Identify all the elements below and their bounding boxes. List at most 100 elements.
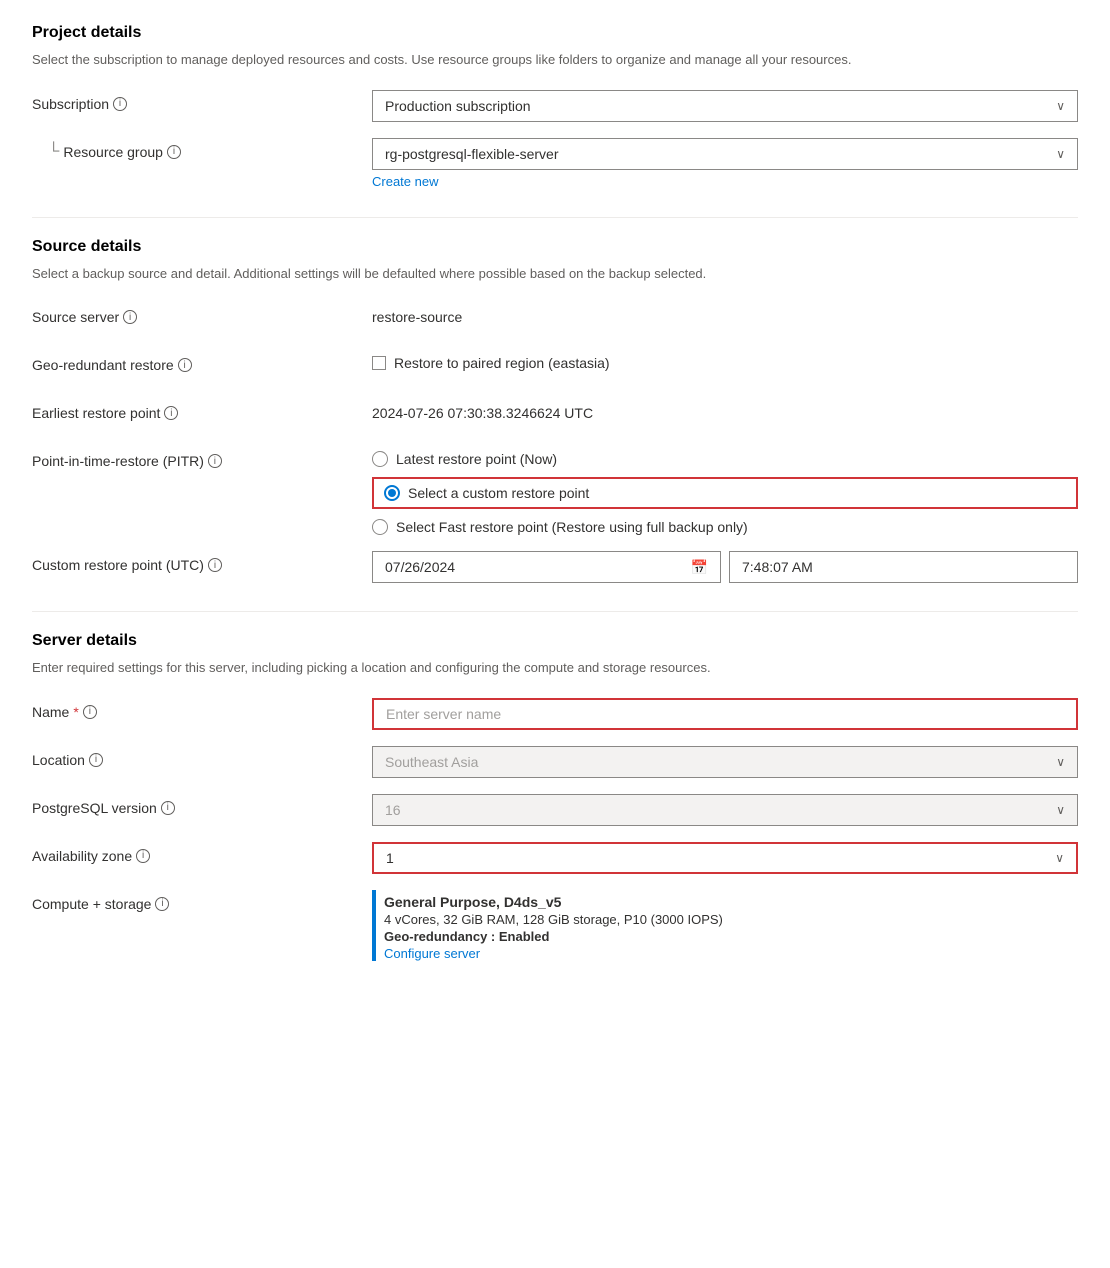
project-details-title: Project details — [32, 24, 1078, 42]
project-details-section: Project details Select the subscription … — [32, 24, 1078, 189]
pitr-radio-latest[interactable] — [372, 451, 388, 467]
subscription-row: Subscription i Production subscription ∨ — [32, 90, 1078, 122]
pitr-radio-custom[interactable] — [384, 485, 400, 501]
postgresql-version-info-icon[interactable]: i — [161, 801, 175, 815]
resource-group-dropdown[interactable]: rg-postgresql-flexible-server ∨ — [372, 138, 1078, 170]
resource-group-info-icon[interactable]: i — [167, 145, 181, 159]
location-label: Location — [32, 752, 85, 768]
earliest-restore-value: 2024-07-26 07:30:38.3246624 UTC — [372, 399, 1078, 421]
postgresql-version-label: PostgreSQL version — [32, 800, 157, 816]
location-dropdown[interactable]: Southeast Asia ∨ — [372, 746, 1078, 778]
geo-redundant-label: Geo-redundant restore — [32, 357, 174, 373]
location-value: Southeast Asia — [385, 754, 478, 770]
pitr-label-fast: Select Fast restore point (Restore using… — [396, 519, 748, 535]
postgresql-version-dropdown[interactable]: 16 ∨ — [372, 794, 1078, 826]
subscription-label: Subscription — [32, 96, 109, 112]
geo-redundant-row: Geo-redundant restore i Restore to paire… — [32, 351, 1078, 383]
resource-group-row: └ Resource group i rg-postgresql-flexibl… — [32, 138, 1078, 189]
source-details-section: Source details Select a backup source an… — [32, 238, 1078, 584]
custom-restore-value-col: 07/26/2024 📅 — [372, 551, 1078, 583]
pitr-radio-fast[interactable] — [372, 519, 388, 535]
resource-group-label: Resource group — [63, 144, 163, 160]
compute-detail: 4 vCores, 32 GiB RAM, 128 GiB storage, P… — [384, 912, 723, 927]
create-new-link[interactable]: Create new — [372, 174, 438, 189]
postgresql-version-label-col: PostgreSQL version i — [32, 794, 372, 816]
date-time-row: 07/26/2024 📅 — [372, 551, 1078, 583]
geo-redundant-checkbox-label: Restore to paired region (eastasia) — [394, 355, 610, 371]
availability-zone-chevron-icon: ∨ — [1055, 851, 1064, 865]
location-value-col: Southeast Asia ∨ — [372, 746, 1078, 778]
source-details-desc: Select a backup source and detail. Addit… — [32, 264, 1078, 284]
source-details-title: Source details — [32, 238, 1078, 256]
location-label-col: Location i — [32, 746, 372, 768]
location-info-icon[interactable]: i — [89, 753, 103, 767]
custom-restore-label: Custom restore point (UTC) — [32, 557, 204, 573]
geo-redundant-value-col: Restore to paired region (eastasia) — [372, 351, 1078, 371]
pitr-option-fast[interactable]: Select Fast restore point (Restore using… — [372, 519, 1078, 535]
availability-zone-info-icon[interactable]: i — [136, 849, 150, 863]
geo-redundant-checkbox[interactable] — [372, 356, 386, 370]
date-value: 07/26/2024 — [385, 559, 455, 575]
postgresql-version-value-col: 16 ∨ — [372, 794, 1078, 826]
pitr-info-icon[interactable]: i — [208, 454, 222, 468]
geo-redundant-checkbox-row: Restore to paired region (eastasia) — [372, 351, 1078, 371]
source-server-label: Source server — [32, 309, 119, 325]
pitr-label-latest: Latest restore point (Now) — [396, 451, 557, 467]
earliest-restore-value-col: 2024-07-26 07:30:38.3246624 UTC — [372, 399, 1078, 421]
compute-storage-label: Compute + storage — [32, 896, 151, 912]
source-server-value: restore-source — [372, 303, 1078, 325]
pitr-radio-group: Latest restore point (Now) Select a cust… — [372, 447, 1078, 535]
availability-zone-label-col: Availability zone i — [32, 842, 372, 864]
compute-storage-bar — [372, 890, 376, 961]
compute-storage-label-col: Compute + storage i — [32, 890, 372, 912]
project-details-desc: Select the subscription to manage deploy… — [32, 50, 1078, 70]
source-server-info-icon[interactable]: i — [123, 310, 137, 324]
compute-storage-info-icon[interactable]: i — [155, 897, 169, 911]
compute-storage-content: General Purpose, D4ds_v5 4 vCores, 32 Gi… — [372, 890, 1078, 961]
location-chevron-icon: ∨ — [1056, 755, 1065, 769]
custom-restore-row: Custom restore point (UTC) i 07/26/2024 … — [32, 551, 1078, 583]
geo-redundant-label-col: Geo-redundant restore i — [32, 351, 372, 373]
resource-group-value-col: rg-postgresql-flexible-server ∨ Create n… — [372, 138, 1078, 189]
section-divider-1 — [32, 217, 1078, 218]
subscription-info-icon[interactable]: i — [113, 97, 127, 111]
pitr-option-custom[interactable]: Select a custom restore point — [372, 477, 1078, 509]
pitr-label-custom: Select a custom restore point — [408, 485, 589, 501]
pitr-options-col: Latest restore point (Now) Select a cust… — [372, 447, 1078, 535]
configure-server-link[interactable]: Configure server — [384, 946, 480, 961]
source-server-value-col: restore-source — [372, 303, 1078, 325]
custom-restore-info-icon[interactable]: i — [208, 558, 222, 572]
geo-redundancy-text: Geo-redundancy : Enabled — [384, 929, 723, 944]
source-server-label-col: Source server i — [32, 303, 372, 325]
compute-storage-value-col: General Purpose, D4ds_v5 4 vCores, 32 Gi… — [372, 890, 1078, 961]
postgresql-version-value: 16 — [385, 802, 401, 818]
availability-zone-row: Availability zone i 1 ∨ — [32, 842, 1078, 874]
custom-restore-time-input[interactable] — [729, 551, 1078, 583]
subscription-chevron-icon: ∨ — [1056, 99, 1065, 113]
compute-storage-row: Compute + storage i General Purpose, D4d… — [32, 890, 1078, 961]
name-info-icon[interactable]: i — [83, 705, 97, 719]
section-divider-2 — [32, 611, 1078, 612]
server-details-section: Server details Enter required settings f… — [32, 632, 1078, 961]
name-row: Name * i — [32, 698, 1078, 730]
earliest-restore-info-icon[interactable]: i — [164, 406, 178, 420]
custom-restore-date-input[interactable]: 07/26/2024 📅 — [372, 551, 721, 583]
server-details-title: Server details — [32, 632, 1078, 650]
availability-zone-dropdown[interactable]: 1 ∨ — [372, 842, 1078, 874]
pitr-option-latest[interactable]: Latest restore point (Now) — [372, 451, 1078, 467]
earliest-restore-label: Earliest restore point — [32, 405, 160, 421]
name-required-indicator: * — [73, 704, 78, 720]
subscription-dropdown[interactable]: Production subscription ∨ — [372, 90, 1078, 122]
earliest-restore-label-col: Earliest restore point i — [32, 399, 372, 421]
name-label-col: Name * i — [32, 698, 372, 720]
rg-bracket: └ — [48, 144, 59, 160]
server-details-desc: Enter required settings for this server,… — [32, 658, 1078, 678]
subscription-value-col: Production subscription ∨ — [372, 90, 1078, 122]
geo-redundant-info-icon[interactable]: i — [178, 358, 192, 372]
compute-title: General Purpose, D4ds_v5 — [384, 894, 723, 910]
location-row: Location i Southeast Asia ∨ — [32, 746, 1078, 778]
pitr-row: Point-in-time-restore (PITR) i Latest re… — [32, 447, 1078, 535]
server-name-input[interactable] — [372, 698, 1078, 730]
name-label: Name — [32, 704, 69, 720]
subscription-label-col: Subscription i — [32, 90, 372, 112]
